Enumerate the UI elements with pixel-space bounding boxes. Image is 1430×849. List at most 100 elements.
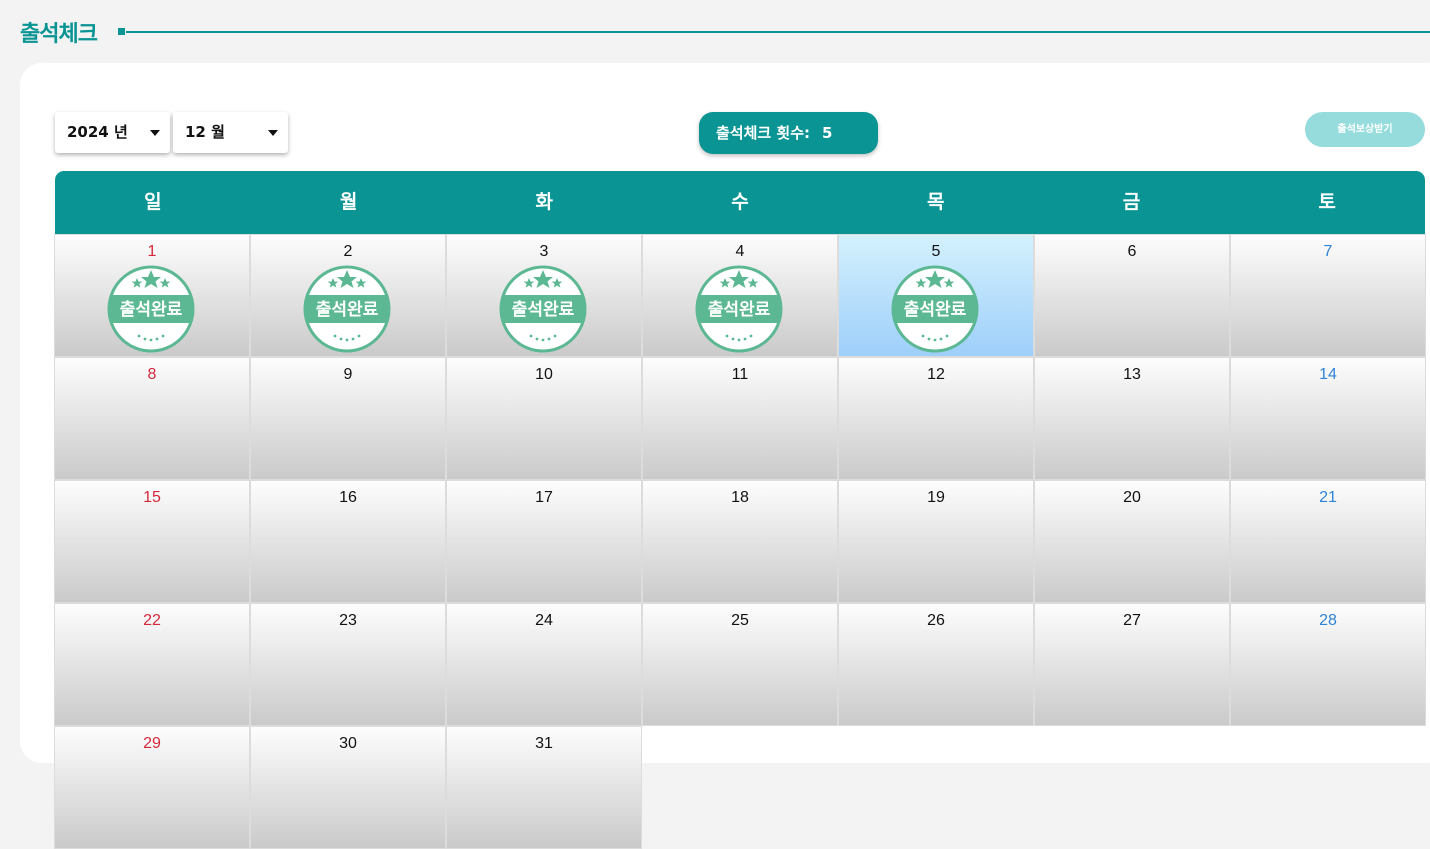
weekday-label: 화 [535, 191, 554, 213]
weekday-label: 목 [926, 191, 945, 213]
weekday-label: 금 [1122, 191, 1141, 213]
calendar-day-cell[interactable]: 21 [1230, 480, 1426, 603]
month-select[interactable]: 12 월 [173, 112, 288, 153]
month-select-value: 12 월 [185, 123, 225, 141]
calendar-day-cell[interactable]: 15 [54, 480, 250, 603]
calendar-day-cell[interactable]: 2 출석완료 [250, 234, 446, 357]
claim-reward-button[interactable]: 출석보상받기 [1305, 112, 1425, 147]
calendar-day-cell[interactable]: 5 출석완료 [838, 234, 1034, 357]
attendance-stamp: 출석완료 [498, 264, 588, 354]
year-select-value: 2024 년 [67, 123, 128, 141]
day-number: 28 [1319, 612, 1337, 629]
day-number: 30 [339, 735, 357, 752]
day-number: 13 [1123, 366, 1141, 383]
stamp-text: 출석완료 [316, 300, 379, 320]
calendar-day-cell[interactable]: 26 [838, 603, 1034, 726]
stamp-text: 출석완료 [512, 300, 575, 320]
stamp-text: 출석완료 [708, 300, 771, 320]
attendance-stamp-icon: 출석완료 [499, 265, 587, 353]
calendar-grid: 1 출석완료 2 출석완료 3 출석완료 4 출석완료 5 출석완료 6 7 8… [54, 234, 1426, 849]
caret-down-icon [268, 130, 278, 136]
weekday-label: 월 [339, 191, 358, 213]
calendar-day-cell[interactable]: 3 출석완료 [446, 234, 642, 357]
attendance-count-value: 5 [822, 124, 833, 142]
attendance-count-label: 출석체크 횟수: [716, 124, 811, 142]
calendar-day-cell[interactable]: 27 [1034, 603, 1230, 726]
calendar-day-cell[interactable]: 14 [1230, 357, 1426, 480]
calendar-day-cell[interactable]: 13 [1034, 357, 1230, 480]
calendar-day-cell[interactable]: 18 [642, 480, 838, 603]
calendar-day-cell[interactable]: 28 [1230, 603, 1426, 726]
attendance-stamp: 출석완료 [302, 264, 392, 354]
day-number: 7 [1323, 243, 1333, 260]
attendance-calendar: 일 월 화 수 목 금 토 1 출석완료 2 출석완료 3 출석완료 4 출석완료 5 출석… [54, 171, 1426, 849]
day-number: 10 [535, 366, 553, 383]
day-number: 1 [147, 243, 157, 260]
day-number: 21 [1319, 489, 1337, 506]
calendar-day-cell[interactable]: 7 [1230, 234, 1426, 357]
calendar-day-cell[interactable]: 25 [642, 603, 838, 726]
calendar-day-cell[interactable]: 17 [446, 480, 642, 603]
day-number: 4 [735, 243, 745, 260]
calendar-day-cell[interactable]: 6 [1034, 234, 1230, 357]
attendance-stamp-icon: 출석완료 [107, 265, 195, 353]
day-number: 6 [1127, 243, 1137, 260]
day-number: 29 [143, 735, 161, 752]
calendar-day-cell[interactable]: 31 [446, 726, 642, 849]
title-divider [126, 31, 1430, 33]
calendar-day-cell[interactable]: 8 [54, 357, 250, 480]
attendance-stamp: 출석완료 [890, 264, 980, 354]
calendar-day-cell[interactable]: 10 [446, 357, 642, 480]
day-number: 16 [339, 489, 357, 506]
day-number: 19 [927, 489, 945, 506]
calendar-day-cell[interactable]: 12 [838, 357, 1034, 480]
day-number: 5 [931, 243, 941, 260]
day-number: 2 [343, 243, 353, 260]
weekday-label: 토 [1318, 191, 1336, 213]
stamp-text: 출석완료 [904, 300, 967, 320]
calendar-day-cell[interactable]: 1 출석완료 [54, 234, 250, 357]
day-number: 27 [1123, 612, 1141, 629]
day-number: 12 [927, 366, 945, 383]
caret-down-icon [150, 130, 160, 136]
calendar-day-cell[interactable]: 19 [838, 480, 1034, 603]
attendance-stamp: 출석완료 [694, 264, 784, 354]
page-header: 출석체크 [20, 14, 1430, 48]
day-number: 25 [731, 612, 749, 629]
calendar-day-cell[interactable]: 29 [54, 726, 250, 849]
day-number: 18 [731, 489, 749, 506]
page-title: 출석체크 [20, 22, 98, 47]
attendance-stamp-icon: 출석완료 [891, 265, 979, 353]
day-number: 8 [147, 366, 157, 383]
calendar-day-cell[interactable]: 30 [250, 726, 446, 849]
day-number: 24 [535, 612, 553, 629]
calendar-day-cell[interactable]: 23 [250, 603, 446, 726]
weekday-label: 수 [731, 191, 749, 213]
calendar-day-cell[interactable]: 24 [446, 603, 642, 726]
calendar-day-cell[interactable]: 11 [642, 357, 838, 480]
weekday-label: 일 [144, 191, 162, 213]
attendance-stamp: 출석완료 [106, 264, 196, 354]
attendance-card: 2024 년 12 월 출석체크 횟수: 5 출석보상받기 일 월 화 수 목 금 토 1 출… [20, 63, 1430, 849]
day-number: 15 [143, 489, 161, 506]
day-number: 17 [535, 489, 553, 506]
day-number: 14 [1319, 366, 1337, 383]
calendar-day-cell[interactable]: 22 [54, 603, 250, 726]
day-number: 26 [927, 612, 945, 629]
day-number: 20 [1123, 489, 1141, 506]
calendar-day-cell[interactable]: 20 [1034, 480, 1230, 603]
year-select[interactable]: 2024 년 [55, 112, 170, 153]
day-number: 23 [339, 612, 357, 629]
attendance-stamp-icon: 출석완료 [303, 265, 391, 353]
calendar-day-cell[interactable]: 16 [250, 480, 446, 603]
day-number: 22 [143, 612, 161, 629]
day-number: 11 [731, 366, 749, 383]
attendance-count-badge: 출석체크 횟수: 5 [699, 112, 878, 154]
title-marker [118, 28, 125, 35]
weekday-header: 일월화수목금토 [55, 171, 1425, 234]
calendar-day-cell[interactable]: 4 출석완료 [642, 234, 838, 357]
calendar-day-cell[interactable]: 9 [250, 357, 446, 480]
day-number: 31 [535, 735, 553, 752]
attendance-stamp-icon: 출석완료 [695, 265, 783, 353]
day-number: 9 [343, 366, 353, 383]
